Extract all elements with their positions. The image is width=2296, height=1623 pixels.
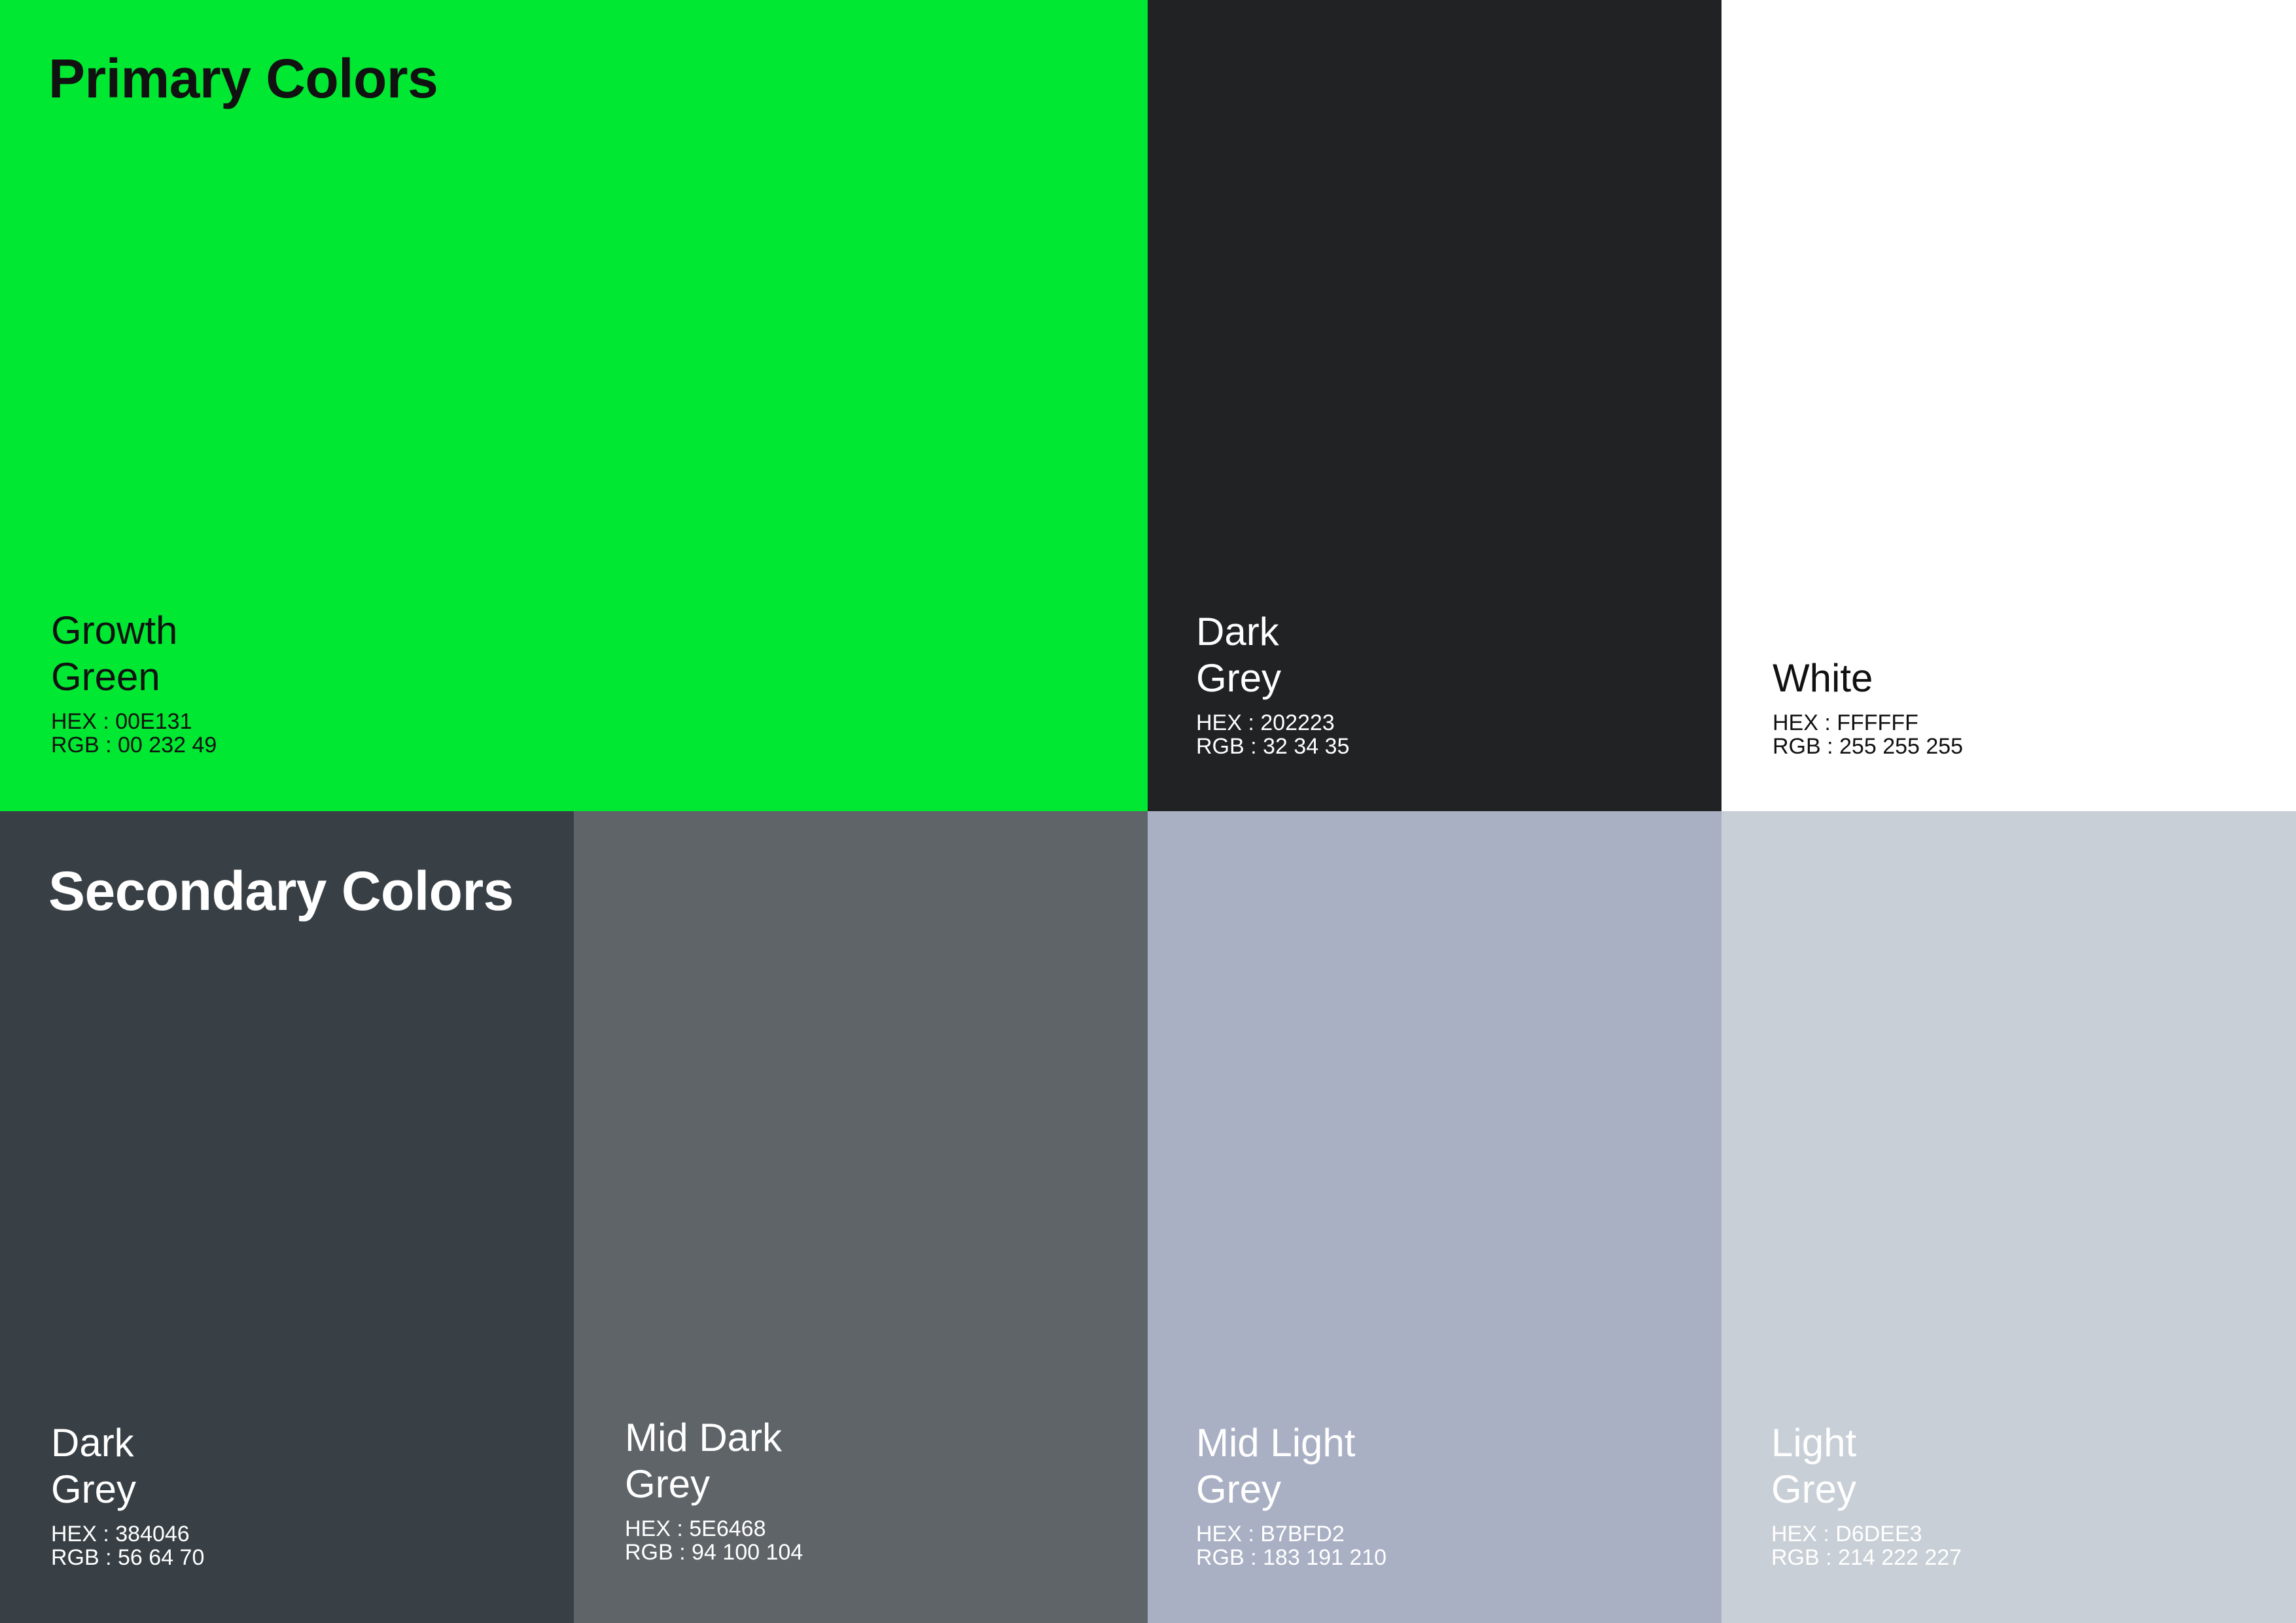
- swatch-name-line1: Growth: [51, 608, 178, 652]
- primary-colors-title: Primary Colors: [48, 48, 438, 109]
- swatch-name-line1: Mid Light: [1196, 1421, 1356, 1465]
- swatch-mid-dark-grey: Mid Dark Grey HEX : 5E6468 RGB : 94 100 …: [574, 811, 1148, 1623]
- swatch-rgb: RGB : 32 34 35: [1196, 734, 1350, 759]
- swatch-hex: HEX : FFFFFF: [1773, 710, 1918, 735]
- swatch-dark-grey-primary: Dark Grey HEX : 202223 RGB : 32 34 35: [1148, 0, 1722, 811]
- swatch-light-grey: Light Grey HEX : D6DEE3 RGB : 214 222 22…: [1722, 811, 2296, 1623]
- swatch-rgb: RGB : 56 64 70: [51, 1545, 205, 1570]
- swatch-name-line1: Light: [1771, 1421, 1857, 1465]
- swatch-hex: HEX : 202223: [1196, 710, 1335, 735]
- swatch-name-line2: Green: [51, 655, 160, 699]
- swatch-hex: HEX : D6DEE3: [1771, 1522, 1922, 1546]
- color-palette-page: Primary Colors Growth Green HEX : 00E131…: [0, 0, 2296, 1623]
- swatch-name-line1: Mid Dark: [625, 1416, 783, 1459]
- swatch-white: White HEX : FFFFFF RGB : 255 255 255: [1722, 0, 2296, 811]
- swatch-name-line1: Dark: [51, 1421, 134, 1465]
- swatch-name-line2: Grey: [1196, 656, 1282, 700]
- swatch-rgb: RGB : 255 255 255: [1773, 734, 1964, 759]
- swatch-dark-grey-secondary: Secondary Colors Dark Grey HEX : 384046 …: [0, 811, 574, 1623]
- swatch-name-line1: Dark: [1196, 610, 1279, 654]
- swatch-name-line2: Grey: [1196, 1467, 1282, 1511]
- swatch-rgb: RGB : 94 100 104: [625, 1540, 804, 1565]
- swatch-hex: HEX : B7BFD2: [1196, 1522, 1345, 1546]
- swatch-name-line2: Grey: [625, 1462, 711, 1506]
- swatch-name-line2: Grey: [1771, 1467, 1857, 1511]
- swatch-name-line2: White: [1773, 656, 1873, 700]
- swatch-rgb: RGB : 214 222 227: [1771, 1545, 1962, 1570]
- swatch-mid-light-grey: Mid Light Grey HEX : B7BFD2 RGB : 183 19…: [1148, 811, 1722, 1623]
- swatch-hex: HEX : 384046: [51, 1522, 190, 1546]
- swatch-hex: HEX : 5E6468: [625, 1516, 766, 1541]
- swatch-rgb: RGB : 00 232 49: [51, 733, 217, 758]
- secondary-colors-title: Secondary Colors: [48, 860, 514, 922]
- swatch-rgb: RGB : 183 191 210: [1196, 1545, 1387, 1570]
- swatch-name-line2: Grey: [51, 1467, 137, 1511]
- swatch-growth-green: Primary Colors Growth Green HEX : 00E131…: [0, 0, 1148, 811]
- swatch-hex: HEX : 00E131: [51, 709, 192, 734]
